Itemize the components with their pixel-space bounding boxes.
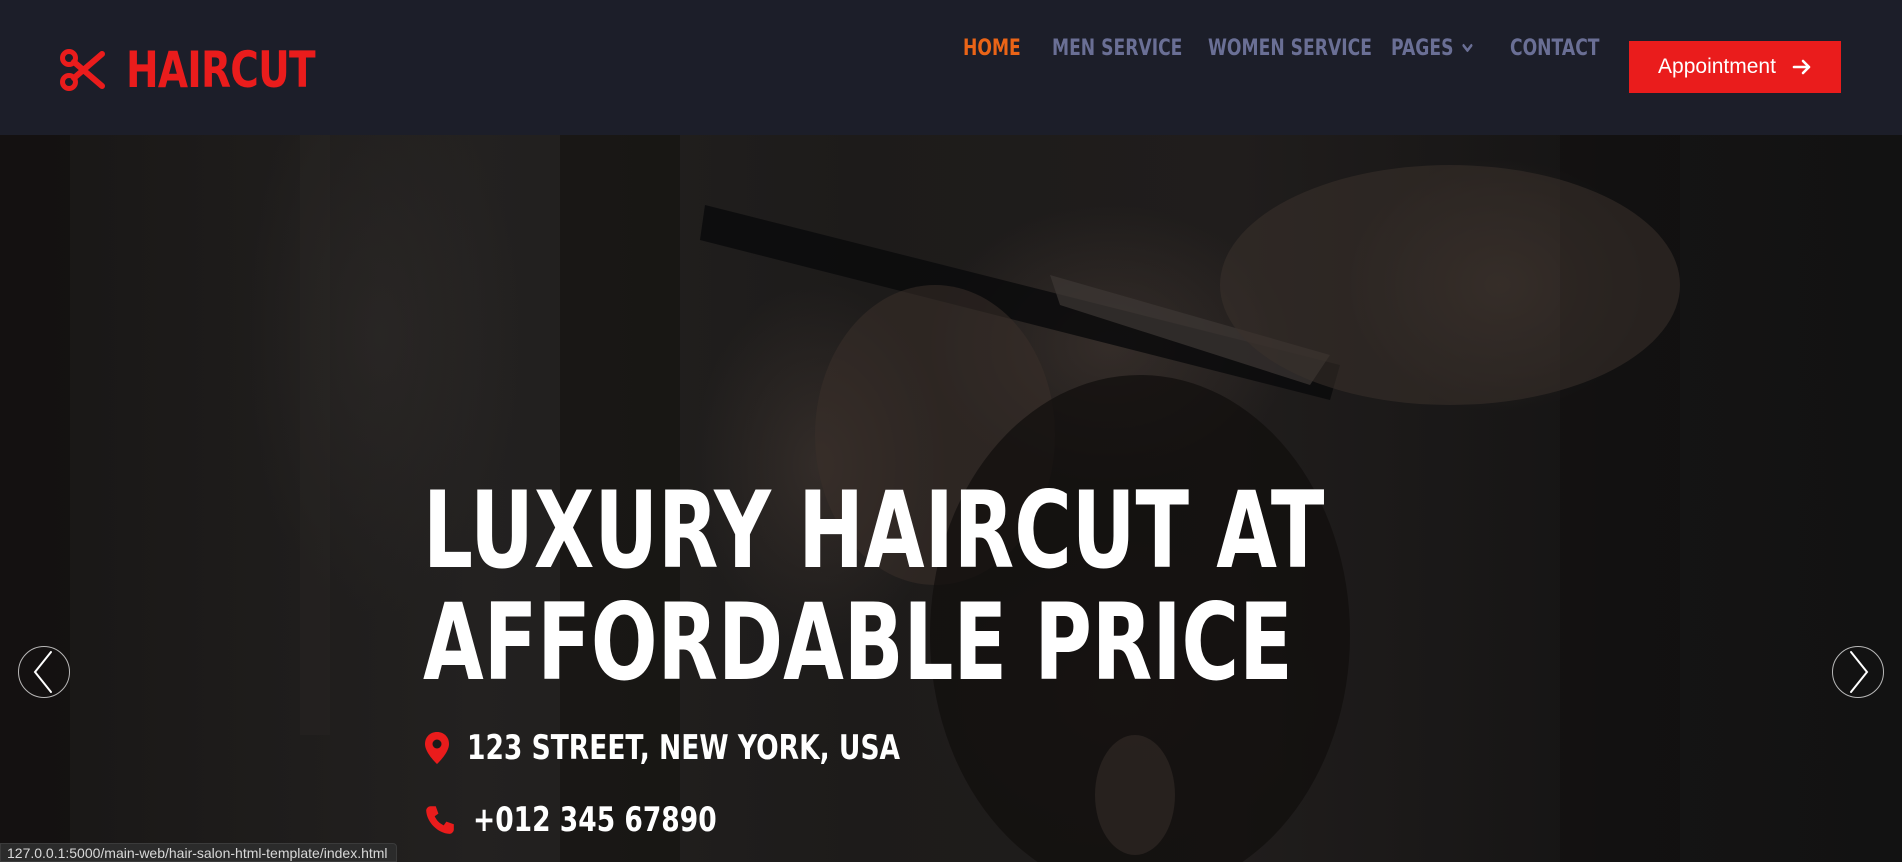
nav-home[interactable]: HOME bbox=[963, 36, 1021, 61]
hero-carousel: LUXURY HAIRCUT AT AFFORDABLE PRICE 123 S… bbox=[0, 135, 1902, 862]
chevron-down-icon bbox=[1462, 44, 1473, 52]
scissors-icon bbox=[60, 49, 105, 91]
nav-pages-label: PAGES bbox=[1391, 35, 1454, 61]
carousel-next-button[interactable] bbox=[1832, 646, 1884, 698]
hero-address: 123 STREET, NEW YORK, USA bbox=[423, 728, 1022, 768]
chevron-left-icon bbox=[33, 651, 52, 693]
hero-phone-text: +012 345 67890 bbox=[473, 800, 717, 840]
browser-status-url: 127.0.0.1:5000/main-web/hair-salon-html-… bbox=[0, 843, 397, 862]
chevron-right-icon bbox=[1850, 651, 1869, 693]
brand-logo[interactable]: HAIRCUT bbox=[58, 40, 368, 100]
nav-pages-dropdown[interactable]: PAGES bbox=[1391, 36, 1474, 61]
hero-phone: +012 345 67890 bbox=[423, 800, 785, 840]
carousel-prev-button[interactable] bbox=[18, 646, 70, 698]
hero-title-line2: AFFORDABLE PRICE bbox=[423, 581, 1293, 704]
hero-title: LUXURY HAIRCUT AT AFFORDABLE PRICE bbox=[423, 475, 1324, 699]
nav-women-service[interactable]: WOMEN SERVICE bbox=[1208, 36, 1372, 61]
hero-address-text: 123 STREET, NEW YORK, USA bbox=[467, 728, 901, 768]
hero-title-line1: LUXURY HAIRCUT AT bbox=[423, 469, 1325, 592]
nav-men-service[interactable]: MEN SERVICE bbox=[1052, 36, 1182, 61]
navbar: HAIRCUT HOME MEN SERVICE WOMEN SERVICE P… bbox=[0, 0, 1902, 135]
arrow-right-icon bbox=[1792, 59, 1811, 75]
map-pin-icon bbox=[425, 732, 449, 764]
appointment-label: Appointment bbox=[1658, 55, 1776, 78]
nav-contact[interactable]: CONTACT bbox=[1510, 36, 1600, 61]
brand-name: HAIRCUT bbox=[126, 41, 316, 99]
appointment-button[interactable]: Appointment bbox=[1629, 41, 1841, 93]
phone-icon bbox=[426, 806, 454, 834]
